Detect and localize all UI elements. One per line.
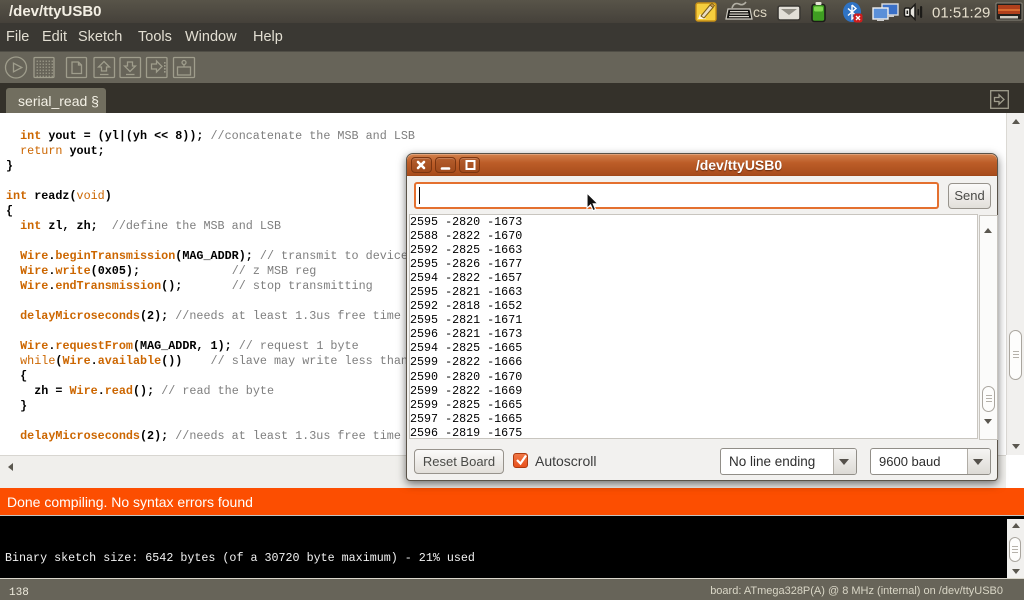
svg-text:01:51:29: 01:51:29 bbox=[932, 5, 990, 22]
svg-text:cs: cs bbox=[753, 4, 767, 20]
